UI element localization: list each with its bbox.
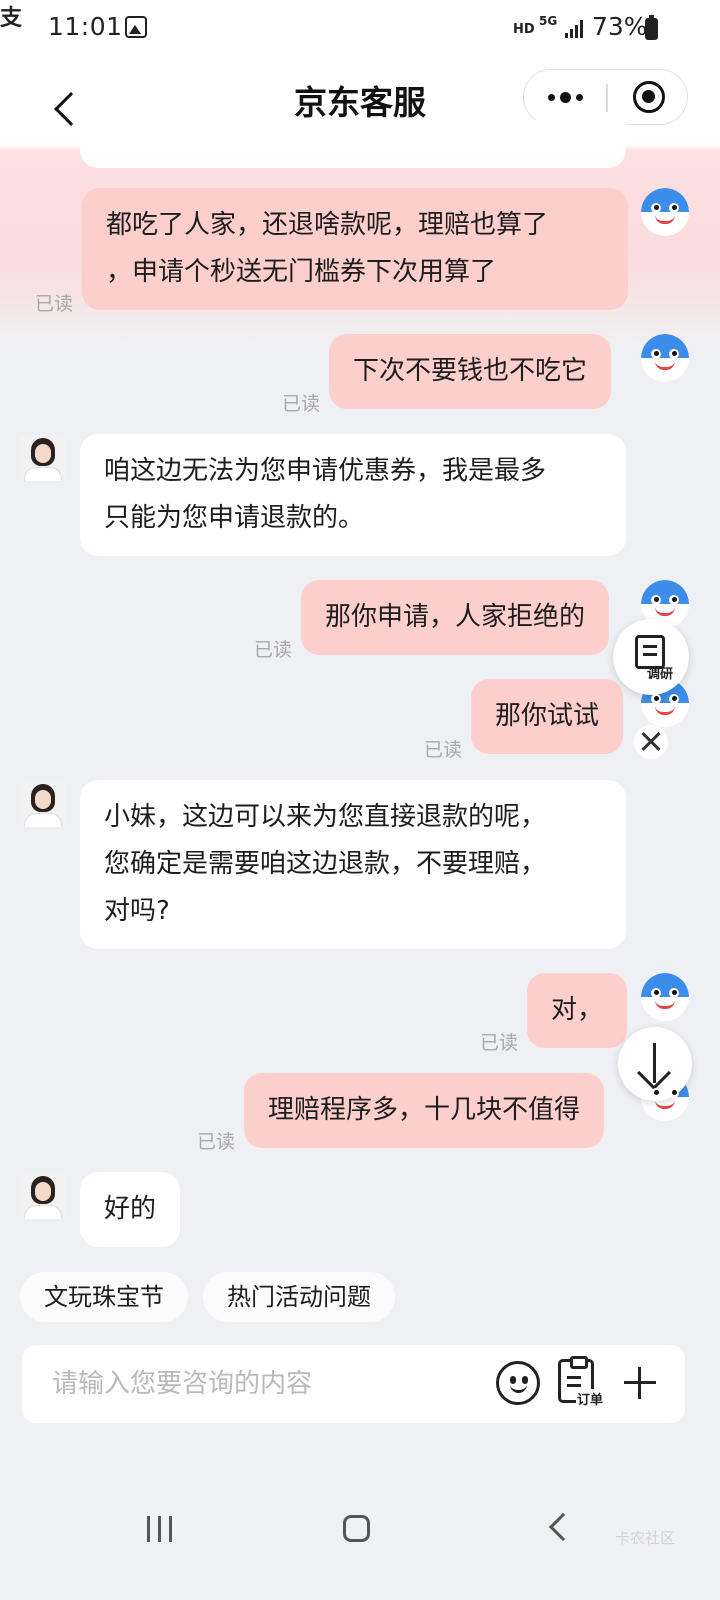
order-label: 订单	[576, 1389, 605, 1408]
composer-bar: 订单	[0, 1345, 720, 1423]
read-status: 已读	[35, 293, 74, 315]
watermark: 卡农社区	[615, 1529, 676, 1547]
user-message-bubble[interactable]: 下次不要钱也不吃它	[329, 334, 612, 409]
read-status: 已读	[424, 739, 463, 761]
user-message-bubble[interactable]: 都吃了人家，还退啥款呢，理赔也算了 ，申请个秒送无门槛券下次用算了	[82, 188, 628, 310]
user-avatar[interactable]	[641, 973, 689, 1021]
emoji-icon[interactable]	[496, 1361, 540, 1405]
agent-message-bubble[interactable]: 小妹，这边可以来为您直接退款的呢， 您确定是需要咱这边退款，不要理赔， 对吗?	[80, 780, 626, 949]
agent-message-bubble[interactable]: 咱这边无法为您申请优惠券，我是最多 只能为您申请退款的。	[80, 434, 626, 556]
home-icon[interactable]	[343, 1515, 370, 1542]
quick-reply-bar: 文玩珠宝节 热门活动问题	[0, 1272, 720, 1324]
agent-avatar[interactable]	[20, 435, 66, 481]
recent-apps-icon[interactable]	[147, 1516, 173, 1542]
survey-button[interactable]: 调研	[613, 619, 689, 695]
agent-avatar[interactable]	[20, 1173, 66, 1219]
plus-icon[interactable]	[624, 1367, 656, 1399]
survey-label: 调研	[647, 667, 674, 682]
agent-message-bubble[interactable]: 好的	[80, 1172, 181, 1247]
quick-reply-chip[interactable]: 热门活动问题	[203, 1272, 395, 1322]
read-status: 已读	[480, 1032, 519, 1054]
system-nav-bar: 卡农社区	[0, 1480, 720, 1600]
read-status: 已读	[254, 639, 293, 661]
user-message-bubble[interactable]: 那你申请，人家拒绝的	[301, 580, 610, 655]
user-message-bubble[interactable]: 对，	[527, 973, 628, 1048]
read-status: 已读	[197, 1131, 236, 1153]
composer-box: 订单	[22, 1345, 685, 1423]
system-back-icon[interactable]	[548, 1512, 578, 1542]
chat-message-list[interactable]: 都吃了人家，还退啥款呢，理赔也算了 ，申请个秒送无门槛券下次用算了 已读 下次不…	[0, 0, 720, 1260]
user-message-bubble[interactable]: 理赔程序多，十几块不值得	[244, 1073, 605, 1148]
message-input[interactable]	[52, 1365, 482, 1403]
quick-reply-chip[interactable]: 文玩珠宝节	[20, 1272, 188, 1322]
user-avatar[interactable]	[641, 188, 689, 236]
partial-message-bubble	[80, 120, 626, 168]
user-avatar[interactable]	[641, 334, 689, 382]
close-survey-icon[interactable]	[634, 725, 668, 759]
agent-avatar[interactable]	[20, 781, 66, 827]
user-message-bubble[interactable]: 那你试试	[471, 679, 624, 754]
read-status: 已读	[282, 393, 321, 415]
